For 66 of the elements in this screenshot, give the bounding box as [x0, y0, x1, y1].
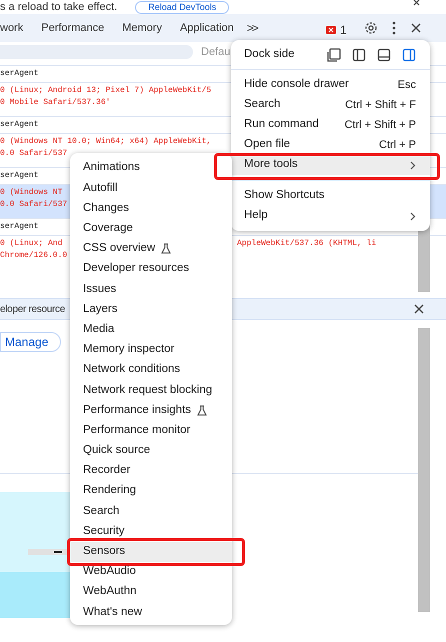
console-text: 0.0 Safari/537 — [0, 148, 68, 160]
panel-tab[interactable]: Memory — [113, 14, 171, 42]
menu-item[interactable]: Memory inspector — [70, 340, 232, 360]
shortcut-text: Ctrl + Shift + F — [345, 98, 416, 113]
menu-item[interactable]: Sensors — [70, 542, 232, 562]
console-label: serAgent — [0, 68, 38, 80]
menu-item[interactable]: Network conditions — [70, 360, 232, 380]
menu-item[interactable]: Performance monitor — [70, 420, 232, 441]
menu-item[interactable]: Security — [70, 521, 232, 542]
dock-bottom-icon[interactable] — [377, 48, 391, 62]
menu-item[interactable]: Recorder — [70, 460, 232, 481]
more-options-icon[interactable] — [392, 21, 396, 35]
menu-item[interactable]: Search Ctrl + Shift + F — [231, 95, 430, 115]
console-text: AppleWebKit/537.36 (KHTML, li — [237, 238, 376, 250]
console-text: 0 (Windows NT 10.0; Win64; x64) AppleWebKit, — [0, 136, 212, 148]
scrollbar[interactable] — [418, 328, 430, 612]
shortcut-text: Ctrl + Shift + P — [344, 118, 416, 133]
close-icon[interactable] — [414, 304, 424, 314]
settings-icon[interactable] — [364, 21, 378, 35]
menu-item[interactable]: Show Shortcuts — [231, 186, 430, 206]
console-text: Chrome/126.0.0 — [0, 250, 68, 262]
dock-left-icon[interactable] — [352, 48, 366, 62]
menu-item[interactable]: Search — [70, 501, 232, 522]
menu-item[interactable]: Rendering — [70, 481, 232, 502]
console-text: 0.0 Safari/537 — [0, 199, 68, 211]
console-label: serAgent — [0, 119, 38, 131]
menu-item[interactable]: Media — [70, 320, 232, 340]
more-tabs-button[interactable]: >> — [242, 19, 261, 37]
dock-right-icon[interactable] — [402, 48, 416, 62]
menu-item[interactable]: WebAuthn — [70, 582, 232, 602]
panel-tab[interactable]: work — [0, 14, 32, 42]
menu-item[interactable]: Network request blocking — [70, 380, 232, 400]
console-text: 0 (Linux; Android 13; Pixel 7) AppleWebKit/5 — [0, 85, 212, 97]
manage-button[interactable]: Manage — [0, 332, 62, 352]
menu-item[interactable]: More tools — [231, 155, 430, 175]
dock-side-label: Dock side — [244, 46, 294, 62]
shortcut-text: Ctrl + P — [379, 138, 416, 153]
menu-item[interactable]: CSS overview — [70, 238, 232, 259]
console-text: 0 (Linux; And — [0, 238, 62, 250]
console-label: serAgent — [0, 221, 38, 233]
menu-item[interactable]: Run command Ctrl + Shift + P — [231, 115, 430, 135]
close-icon[interactable] — [413, 0, 422, 6]
menu-item[interactable]: What's new — [70, 602, 232, 622]
menu-item[interactable]: Open file Ctrl + P — [231, 135, 430, 155]
menu-item[interactable]: Coverage — [70, 218, 232, 239]
menu-item[interactable]: Quick source — [70, 440, 232, 461]
menu-item[interactable]: Performance insights — [70, 400, 232, 420]
panel-tab[interactable]: Application — [170, 14, 243, 42]
dock-undock-icon[interactable] — [327, 48, 341, 62]
menu-item[interactable]: Help — [231, 206, 430, 226]
console-text: 0 (Windows NT — [0, 187, 62, 199]
menu-item[interactable]: Changes — [70, 198, 232, 219]
menu-item[interactable]: WebAudio — [70, 562, 232, 582]
menu-item[interactable]: Animations — [70, 158, 232, 178]
drawer-title[interactable]: eloper resource — [0, 302, 65, 316]
close-icon[interactable] — [411, 23, 421, 33]
error-count[interactable]: 1 — [340, 21, 347, 39]
menu-item[interactable]: Autofill — [70, 178, 232, 198]
console-label: serAgent — [0, 170, 38, 182]
error-icon — [326, 26, 336, 34]
console-text: 0 Mobile Safari/537.36' — [0, 97, 110, 109]
menu-item[interactable]: Issues — [70, 279, 232, 300]
menu-item[interactable]: Layers — [70, 299, 232, 320]
panel-tab[interactable]: Performance — [32, 14, 114, 42]
infobar-message: s a reload to take effect. — [0, 2, 118, 12]
menu-item[interactable]: Developer resources — [70, 258, 232, 280]
